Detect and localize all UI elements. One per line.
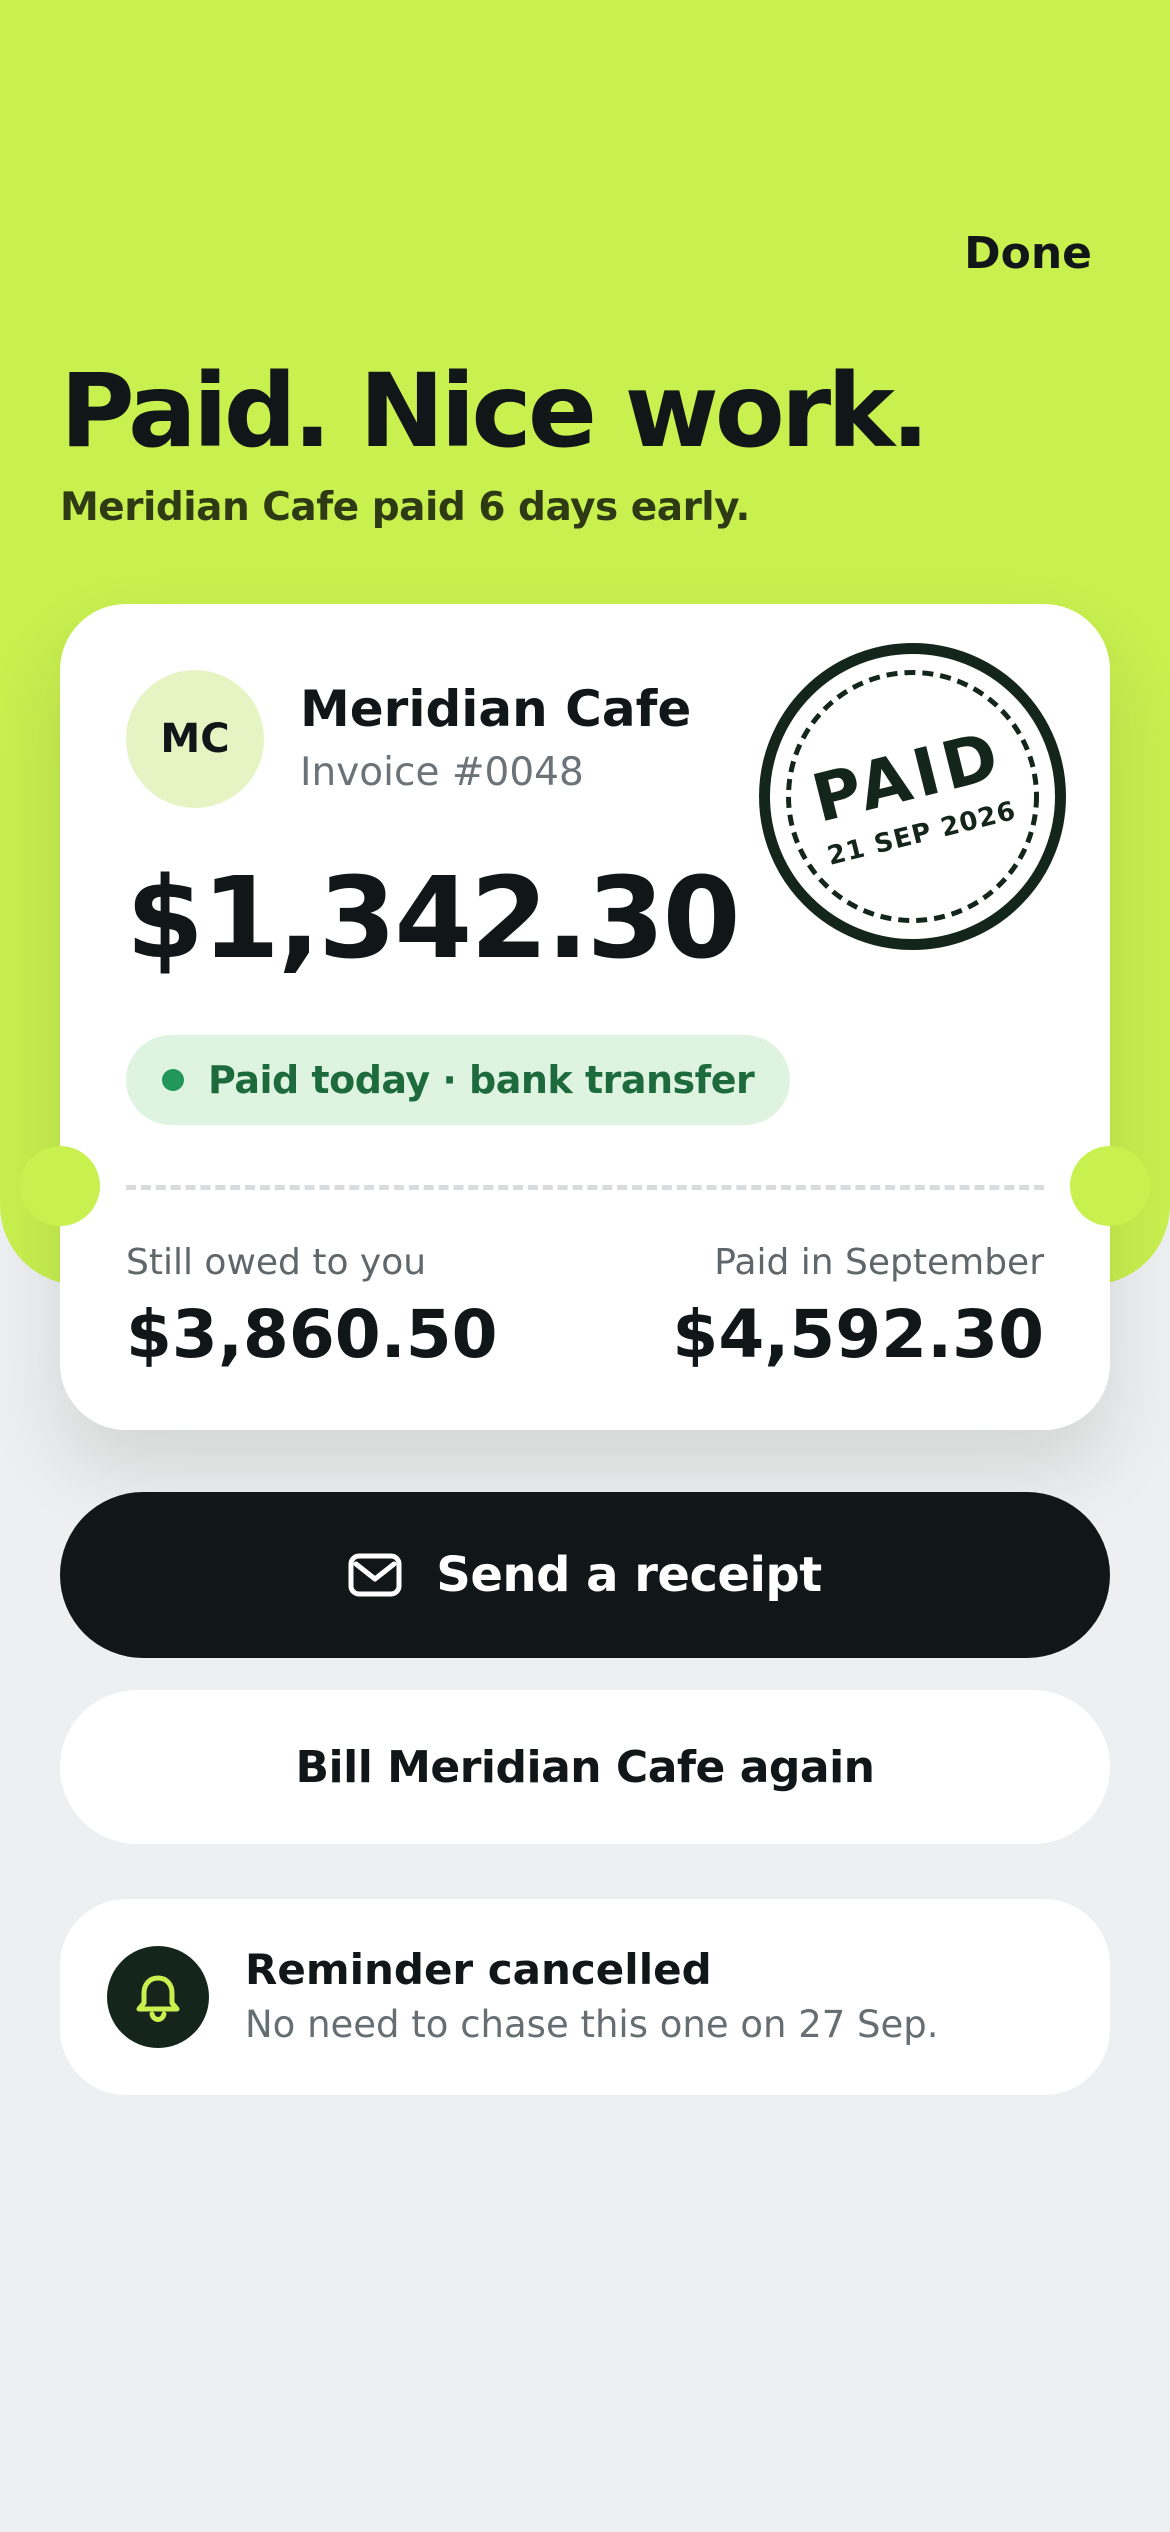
- status-dot-icon: [162, 1069, 184, 1091]
- owed-value: $3,860.50: [126, 1296, 498, 1373]
- ticket-notch-right: [1070, 1146, 1150, 1226]
- paid-stamp: PAID 21 SEP 2026: [759, 643, 1066, 950]
- avatar: MC: [126, 670, 264, 808]
- paid-month-value: $4,592.30: [672, 1296, 1044, 1373]
- paid-month-label: Paid in September: [714, 1242, 1044, 1283]
- bell-icon: [136, 1975, 180, 2022]
- bill-again-label: Bill Meridian Cafe again: [295, 1741, 876, 1793]
- notice-title: Reminder cancelled: [245, 1945, 712, 1994]
- mail-icon: [348, 1553, 402, 1597]
- page-title: Paid. Nice work.: [60, 352, 930, 471]
- page-subtitle: Meridian Cafe paid 6 days early.: [60, 485, 750, 530]
- client-name: Meridian Cafe: [300, 680, 692, 738]
- notice-body: No need to chase this one on 27 Sep.: [245, 2003, 939, 2046]
- bell-icon-badge: [107, 1946, 209, 2048]
- dashed-divider: [126, 1185, 1044, 1190]
- send-receipt-label: Send a receipt: [436, 1547, 822, 1603]
- payment-success-screen: Done Paid. Nice work. Meridian Cafe paid…: [0, 0, 1170, 2532]
- invoice-card: MC Meridian Cafe Invoice #0048 PAID 21 S…: [20, 604, 1150, 1430]
- bill-again-button[interactable]: Bill Meridian Cafe again: [60, 1690, 1110, 1844]
- send-receipt-button[interactable]: Send a receipt: [60, 1492, 1110, 1658]
- invoice-amount: $1,342.30: [126, 854, 741, 984]
- status-badge: Paid today · bank transfer: [126, 1035, 791, 1125]
- status-text: Paid today · bank transfer: [208, 1058, 755, 1102]
- reminder-notice: Reminder cancelled No need to chase this…: [60, 1899, 1110, 2095]
- invoice-number: Invoice #0048: [300, 750, 584, 795]
- ticket-notch-left: [20, 1146, 100, 1226]
- owed-label: Still owed to you: [126, 1242, 427, 1283]
- done-button[interactable]: Done: [964, 228, 1092, 279]
